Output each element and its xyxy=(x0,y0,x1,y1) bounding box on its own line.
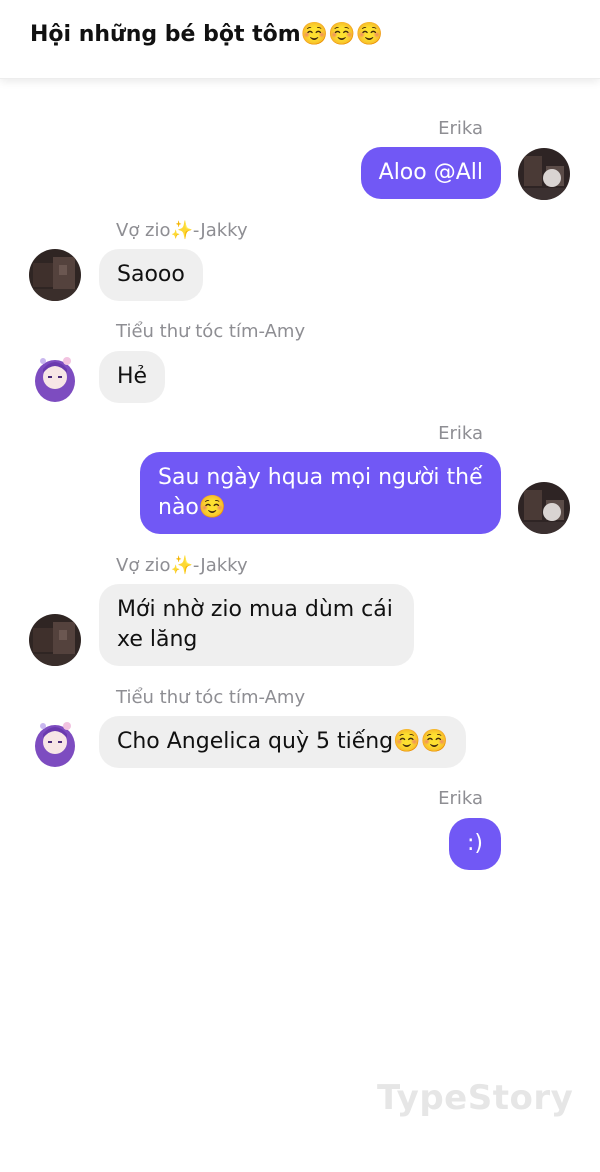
dark-photo-avatar-icon[interactable] xyxy=(29,249,81,301)
chat-title: Hội những bé bột tôm☺️☺️☺️ xyxy=(30,22,383,47)
message-bubble-outgoing[interactable]: Aloo @All xyxy=(360,147,501,199)
dark-photo-avatar-icon[interactable] xyxy=(518,148,570,200)
message-sender-name: Vợ zio✨-Jakky xyxy=(116,220,248,241)
message-sender-name: Vợ zio✨-Jakky xyxy=(116,555,248,576)
message-bubble-outgoing[interactable]: Sau ngày hqua mọi người thế nào☺️ xyxy=(140,452,501,534)
message-sender-name: Erika xyxy=(438,788,483,809)
purple-hair-anime-avatar-icon[interactable] xyxy=(29,716,81,768)
message-bubble-incoming[interactable]: Saooo xyxy=(99,249,203,301)
message-bubble-incoming[interactable]: Cho Angelica quỳ 5 tiếng☺️☺️ xyxy=(99,716,466,768)
dark-photo-avatar-icon[interactable] xyxy=(518,482,570,534)
message-bubble-incoming[interactable]: Mới nhờ zio mua dùm cái xe lăng xyxy=(99,584,414,666)
message-sender-name: Tiểu thư tóc tím-Amy xyxy=(116,321,306,342)
message-sender-name: Tiểu thư tóc tím-Amy xyxy=(116,687,306,708)
typestory-watermark: TypeStory xyxy=(377,1078,574,1118)
purple-hair-anime-avatar-icon[interactable] xyxy=(29,351,81,403)
chat-header: Hội những bé bột tôm☺️☺️☺️ xyxy=(0,0,600,79)
message-bubble-incoming[interactable]: Hẻ xyxy=(99,351,166,403)
message-sender-name: Erika xyxy=(438,423,483,444)
message-bubble-outgoing[interactable]: :) xyxy=(449,818,501,870)
message-sender-name: Erika xyxy=(438,118,483,139)
dark-photo-avatar-icon[interactable] xyxy=(29,614,81,666)
